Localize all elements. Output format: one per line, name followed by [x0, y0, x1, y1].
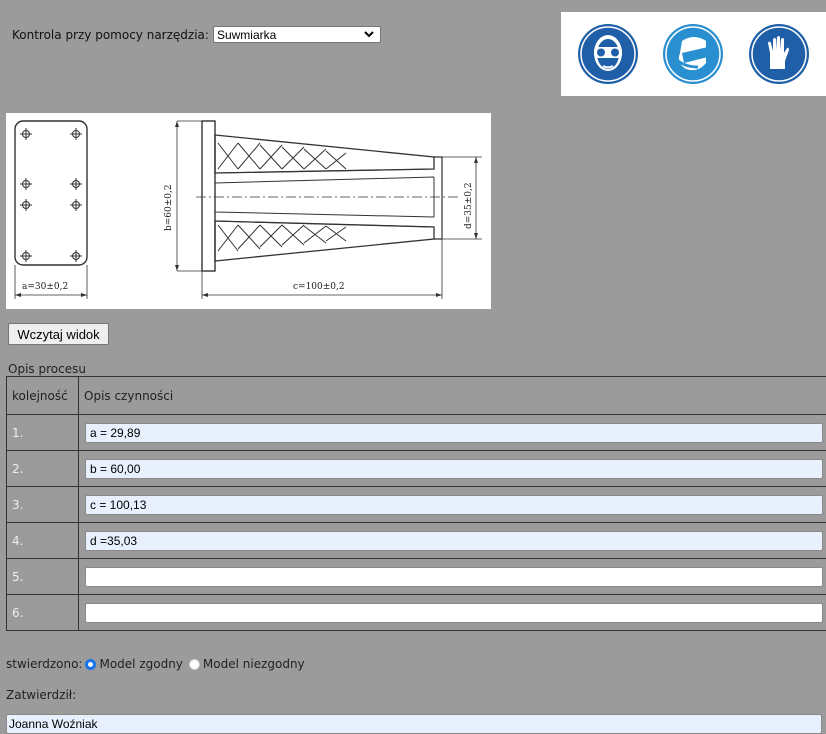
- approved-by-label: Zatwierdził:: [6, 688, 76, 702]
- dimension-d-label: d=35±0,2: [464, 182, 474, 229]
- radio-model-bad-label[interactable]: Model niezgodny: [203, 657, 305, 671]
- radio-model-ok-label[interactable]: Model zgodny: [99, 657, 182, 671]
- row-number: 6.: [7, 595, 79, 631]
- step-input[interactable]: [85, 603, 823, 623]
- technical-drawing: a=30±0,2 b=60±0,2 d=35±0,2 c=100±0,2: [6, 113, 491, 309]
- tool-row: Kontrola przy pomocy narzędzia: Suwmiark…: [12, 26, 381, 43]
- row-number: 4.: [7, 523, 79, 559]
- step-input[interactable]: c = 100,13: [85, 495, 823, 515]
- row-number: 2.: [7, 451, 79, 487]
- table-row: 2. b = 60,00: [7, 451, 826, 487]
- tool-label: Kontrola przy pomocy narzędzia:: [12, 28, 209, 42]
- dimension-a-label: a=30±0,2: [22, 282, 68, 292]
- load-view-button[interactable]: Wczytaj widok: [8, 323, 109, 345]
- table-header-row: kolejność Opis czynności: [7, 377, 826, 415]
- process-caption: Opis procesu: [8, 362, 86, 376]
- table-row: 1. a = 29,89: [7, 415, 826, 451]
- row-number: 3.: [7, 487, 79, 523]
- table-row: 5.: [7, 559, 826, 595]
- step-input[interactable]: a = 29,89: [85, 423, 823, 443]
- table-row: 4. d =35,03: [7, 523, 826, 559]
- table-row: 3. c = 100,13: [7, 487, 826, 523]
- row-number: 5.: [7, 559, 79, 595]
- tool-select-value: Suwmiarka: [217, 28, 276, 42]
- process-table: kolejność Opis czynności 1. a = 29,89 2.…: [6, 376, 826, 631]
- face-mask-icon: [662, 23, 724, 85]
- chevron-down-icon: [364, 31, 374, 38]
- verdict-row: stwierdzono: Model zgodny Model niezgodn…: [6, 657, 305, 671]
- verdict-label: stwierdzono:: [6, 657, 82, 671]
- safety-signs: [561, 12, 826, 96]
- gloves-icon: [748, 23, 810, 85]
- column-description-header: Opis czynności: [79, 377, 826, 415]
- radio-model-ok[interactable]: [85, 659, 96, 670]
- goggles-icon: [577, 23, 639, 85]
- dimension-b-label: b=60±0,2: [164, 184, 174, 231]
- tool-select[interactable]: Suwmiarka: [213, 26, 381, 43]
- step-input[interactable]: b = 60,00: [85, 459, 823, 479]
- radio-model-bad[interactable]: [189, 659, 200, 670]
- dimension-c-label: c=100±0,2: [293, 282, 345, 292]
- table-row: 6.: [7, 595, 826, 631]
- column-order-header: kolejność: [7, 377, 79, 415]
- step-input[interactable]: d =35,03: [85, 531, 823, 551]
- step-input[interactable]: [85, 567, 823, 587]
- approved-by-input[interactable]: Joanna Woźniak: [6, 714, 822, 734]
- row-number: 1.: [7, 415, 79, 451]
